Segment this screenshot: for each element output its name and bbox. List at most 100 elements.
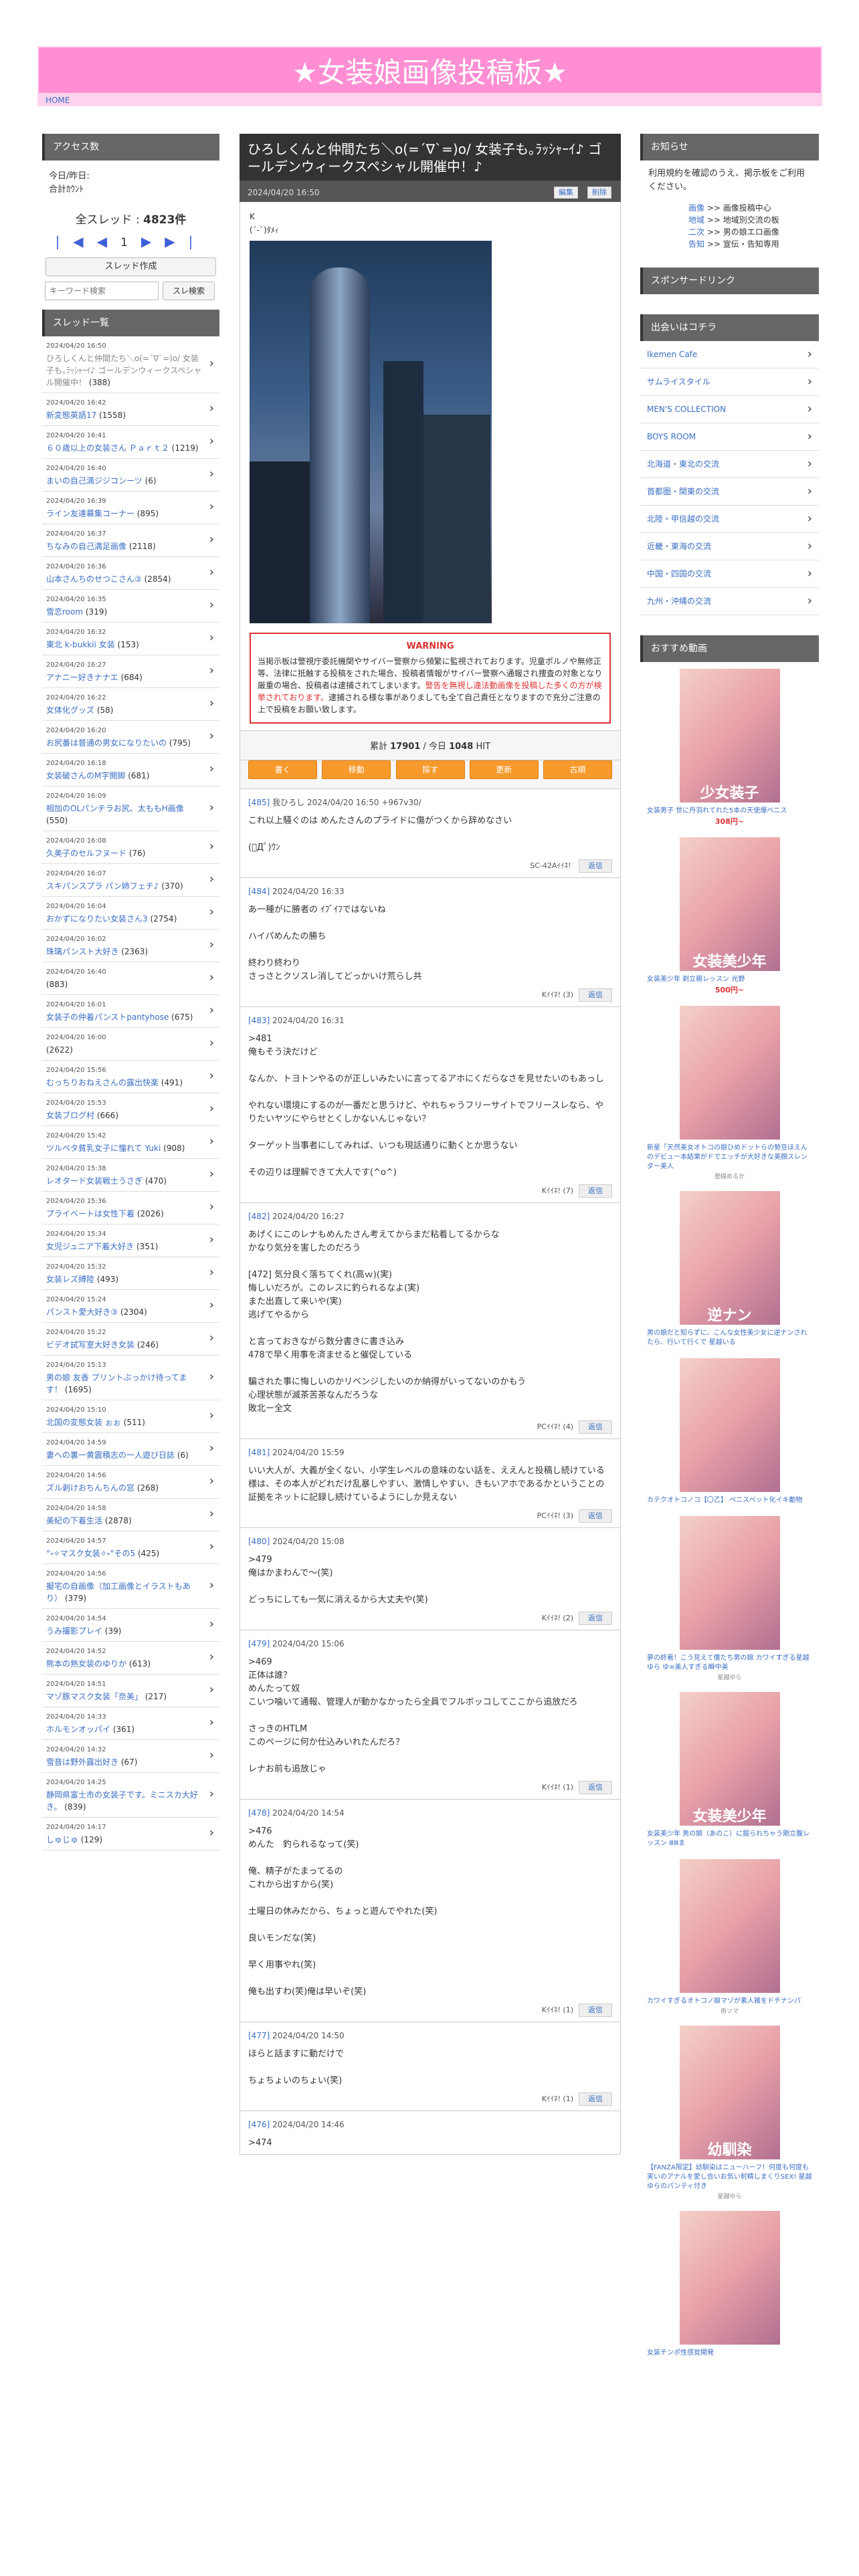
thread-link[interactable]: しゅじゅ (129): [46, 1834, 202, 1846]
meet-item[interactable]: MEN'S COLLECTION ›: [640, 396, 819, 423]
thread-link[interactable]: うみ撮影プレイ (39): [46, 1625, 202, 1637]
thread-title[interactable]: むっちりおねえさんの露出快楽: [46, 1078, 159, 1087]
meet-item[interactable]: 九州・沖縄の交流 ›: [640, 588, 819, 615]
reply-button[interactable]: 返信: [579, 1612, 612, 1625]
thread-list-item[interactable]: 2024/04/20 15:38 レオタード女装戦士うさぎ (470) ›: [42, 1159, 219, 1192]
delete-button[interactable]: 削除: [587, 187, 611, 199]
thread-list-item[interactable]: 2024/04/20 14:32 雪音は野外露出好き (67) ›: [42, 1740, 219, 1773]
edit-button[interactable]: 編集: [554, 187, 578, 199]
thread-list-item[interactable]: 2024/04/20 16:40 (883) ›: [42, 962, 219, 995]
thread-link[interactable]: 熊本の熟女装のゆりか (613): [46, 1658, 202, 1670]
thread-title[interactable]: 珠璃パンスト大好き: [46, 947, 118, 956]
thread-list-item[interactable]: 2024/04/20 16:08 久美子のセルフヌード (76) ›: [42, 831, 219, 864]
thread-title[interactable]: 新変態英語17: [46, 411, 96, 420]
home-link[interactable]: HOME: [37, 94, 822, 106]
thread-title[interactable]: ライン友達募集コーナー: [46, 509, 134, 518]
chevron-right-icon[interactable]: ›: [209, 468, 214, 480]
dvd-cover[interactable]: 逆ナン: [679, 1191, 780, 1325]
dvd-cover[interactable]: 女装美少年: [679, 837, 780, 971]
thread-list-item[interactable]: 2024/04/20 16:01 女装子の仲着パンストpantyhose (675…: [42, 995, 219, 1028]
chevron-right-icon[interactable]: ›: [807, 506, 812, 532]
thread-link[interactable]: 美紀の下着生活 (2878): [46, 1515, 202, 1527]
chevron-right-icon[interactable]: ›: [209, 1618, 214, 1630]
chevron-right-icon[interactable]: ›: [209, 763, 214, 775]
response-number[interactable]: [481]: [248, 1448, 270, 1457]
thread-list-item[interactable]: 2024/04/20 15:36 プライベートは女性下着 (2026) ›: [42, 1192, 219, 1224]
response-like[interactable]: Kｲｲﾈ!: [542, 2095, 561, 2103]
meet-item[interactable]: 中国・四国の交流 ›: [640, 560, 819, 588]
thread-list-item[interactable]: 2024/04/20 14:51 マゾ豚マスク女装「奈美」 (217) ›: [42, 1675, 219, 1707]
thread-title[interactable]: 相加のOLパンチラお尻、太ももH画像: [46, 804, 184, 813]
thread-title[interactable]: ビデオ試写室大好き女装: [46, 1340, 134, 1350]
chevron-right-icon[interactable]: ›: [209, 1168, 214, 1180]
chevron-right-icon[interactable]: ›: [209, 1103, 214, 1115]
reply-button[interactable]: 返信: [579, 988, 612, 1002]
meet-item[interactable]: 近畿・東海の交流 ›: [640, 533, 819, 560]
thread-list-item[interactable]: 2024/04/20 14:57 °˖✧マスク女装✧˖°その5 (425) ›: [42, 1531, 219, 1564]
response-number[interactable]: [479]: [248, 1639, 270, 1648]
chevron-right-icon[interactable]: ›: [209, 1580, 214, 1592]
chevron-right-icon[interactable]: ›: [209, 1410, 214, 1422]
chevron-right-icon[interactable]: ›: [209, 873, 214, 885]
response-like[interactable]: Kｲｲﾈ!: [542, 1783, 561, 1792]
dvd-title[interactable]: 夢の終着！こう見えて僕たち男の娘 カワイすぎる星越ゆら ゆ≡美人すぎる瞬中美: [640, 1650, 819, 1673]
meet-item[interactable]: 北陸・甲信越の交流 ›: [640, 506, 819, 533]
notice-link-key[interactable]: 画像: [688, 203, 704, 213]
chevron-right-icon[interactable]: ›: [209, 435, 214, 447]
thread-list-item[interactable]: 2024/04/20 16:07 スキパンスプラ パン姉フェチ♪ (370) ›: [42, 864, 219, 897]
meet-item-label[interactable]: 中国・四国の交流: [647, 569, 711, 578]
chevron-right-icon[interactable]: ›: [209, 599, 214, 611]
thread-list-item[interactable]: 2024/04/20 15:10 北国の変態女装 ぉぉ (511) ›: [42, 1400, 219, 1433]
thread-list-item[interactable]: 2024/04/20 16:20 お尻番は普通の男女になりたいの (795) ›: [42, 721, 219, 754]
chevron-right-icon[interactable]: ›: [209, 906, 214, 918]
thread-link[interactable]: アナニー好きナナエ (684): [46, 671, 202, 683]
thread-title[interactable]: 東北 k-bukkii 女装: [46, 640, 115, 649]
thread-link[interactable]: 雪音は野外露出好き (67): [46, 1756, 202, 1768]
thread-title[interactable]: おかずになりたい女装さん3: [46, 914, 148, 924]
chevron-right-icon[interactable]: ›: [209, 1070, 214, 1082]
chevron-right-icon[interactable]: ›: [209, 1541, 214, 1553]
notice-link-key[interactable]: 告知: [688, 239, 704, 249]
thread-list-item[interactable]: 2024/04/20 14:17 しゅじゅ (129) ›: [42, 1818, 219, 1850]
thread-list-item[interactable]: 2024/04/20 14:33 ホルモンオッパイ (361) ›: [42, 1707, 219, 1740]
thread-link[interactable]: 女児ジュニア下着大好き (351): [46, 1241, 202, 1253]
chevron-right-icon[interactable]: ›: [209, 1717, 214, 1729]
thread-list-item[interactable]: 2024/04/20 16:27 アナニー好きナナエ (684) ›: [42, 655, 219, 688]
thread-list-item[interactable]: 2024/04/20 16:40 まいの自己満ジジコンーツ (6) ›: [42, 459, 219, 492]
thread-list-item[interactable]: 2024/04/20 14:52 熊本の熟女装のゆりか (613) ›: [42, 1642, 219, 1675]
thread-list-item[interactable]: 2024/04/20 15:56 むっちりおねえさんの露出快楽 (491) ›: [42, 1061, 219, 1093]
last-page-button[interactable]: ▶|: [165, 233, 206, 249]
find-button[interactable]: 探す: [395, 760, 465, 779]
thread-list-item[interactable]: 2024/04/20 16:04 おかずになりたい女装さん3 (2754) ›: [42, 897, 219, 930]
reply-button[interactable]: 返信: [579, 2092, 612, 2106]
chevron-right-icon[interactable]: ›: [209, 1651, 214, 1663]
thread-title[interactable]: 女装レズ縛陸: [46, 1275, 94, 1284]
response-like[interactable]: PCｲｲﾈ!: [537, 1422, 561, 1431]
oldest-first-button[interactable]: 古順: [543, 760, 612, 779]
thread-title[interactable]: ６０歳以上の女装さん Ｐａｒｔ２: [46, 443, 169, 453]
thread-title[interactable]: しゅじゅ: [46, 1835, 78, 1844]
dvd-title[interactable]: カテクオトコノコ【〇乙】 ペニスペット化イキ動物: [640, 1492, 819, 1505]
site-header[interactable]: ★女装娘画像投稿板★: [37, 46, 822, 94]
dvd-item[interactable]: 少女装子 女装男子 世に丹羽れてれた5本の天使爆ペニス 308円~: [640, 662, 819, 831]
response-number[interactable]: [484]: [248, 887, 270, 896]
meet-item-label[interactable]: 北陸・甲信越の交流: [647, 514, 719, 524]
dvd-item[interactable]: 幼馴染 【FANZA限定】幼馴染はニューハーフ！何度も何度も実いのアナルを愛し合い…: [640, 2019, 819, 2204]
reply-button[interactable]: 返信: [579, 1420, 612, 1434]
thread-link[interactable]: 珠璃パンスト大好き (2363): [46, 946, 202, 958]
thread-link[interactable]: 山本さんちのせつこさん③ (2854): [46, 573, 202, 585]
thread-link[interactable]: ライン友達募集コーナー (895): [46, 508, 202, 520]
thread-title[interactable]: ちなみの自己満足画像: [46, 542, 126, 551]
notice-link[interactable]: 告知 >> 宣伝・告知専用: [648, 238, 811, 250]
site-title[interactable]: ★女装娘画像投稿板★: [292, 50, 567, 91]
thread-link[interactable]: 東北 k-bukkii 女装 (153): [46, 639, 202, 651]
meet-item[interactable]: 北海道・東北の交流 ›: [640, 451, 819, 478]
thread-link[interactable]: お尻番は普通の男女になりたいの (795): [46, 737, 202, 749]
chevron-right-icon[interactable]: ›: [209, 841, 214, 853]
reply-button[interactable]: 返信: [579, 1781, 612, 1794]
dvd-title[interactable]: 女装チンポ性感覚開発: [640, 2345, 819, 2358]
thread-list-item[interactable]: 2024/04/20 14:56 擬宅の自画像（加工画像とイラストもあり） (37…: [42, 1564, 219, 1609]
thread-link[interactable]: 静岡県富士市の女装子です。ミニスカ大好き。 (839): [46, 1789, 202, 1813]
response-like[interactable]: SC-42Aｲｲﾈ!: [530, 861, 571, 870]
reply-button[interactable]: 返信: [579, 2004, 612, 2017]
